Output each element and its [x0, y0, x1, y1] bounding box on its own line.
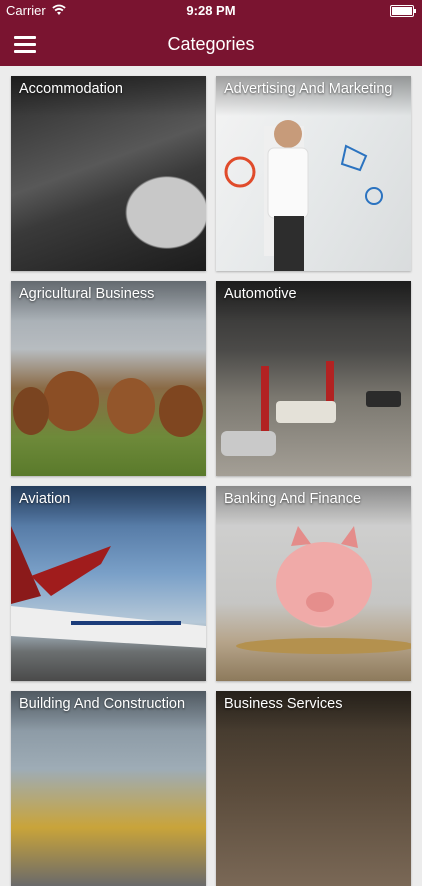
category-tile-aviation[interactable]: Aviation [11, 486, 206, 681]
category-label: Business Services [224, 696, 343, 712]
category-label: Automotive [224, 286, 297, 302]
status-time: 9:28 PM [186, 3, 236, 18]
category-tile-accommodation[interactable]: Accommodation [11, 76, 206, 271]
status-bar: Carrier 9:28 PM [0, 0, 422, 22]
category-label: Aviation [19, 491, 71, 507]
page-title: Categories [167, 34, 255, 54]
category-tile-automotive[interactable]: Automotive [216, 281, 411, 476]
category-tile-business-services[interactable]: Business Services [216, 691, 411, 886]
category-tile-advertising-and-marketing[interactable]: Advertising And Marketing [216, 76, 411, 271]
category-tile-building-and-construction[interactable]: Building And Construction [11, 691, 206, 886]
category-label: Accommodation [19, 81, 123, 97]
category-tile-banking-and-finance[interactable]: Banking And Finance [216, 486, 411, 681]
category-label: Agricultural Business [19, 286, 155, 302]
nav-bar: Categories [0, 22, 422, 66]
battery-icon [390, 5, 416, 17]
category-label: Advertising And Marketing [224, 81, 393, 97]
category-tile-agricultural-business[interactable]: Agricultural Business [11, 281, 206, 476]
category-label: Banking And Finance [224, 491, 362, 507]
category-label: Building And Construction [19, 696, 186, 712]
